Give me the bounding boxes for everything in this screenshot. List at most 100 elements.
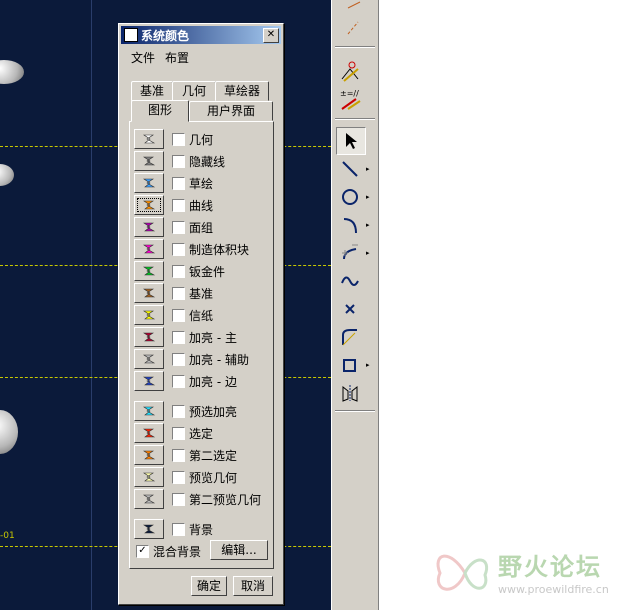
color-chip-icon — [143, 450, 156, 460]
system-colors-dialog: 系统颜色 ✕ 文件 布置 基准 几何 草绘器 图形 用户界面 几何 隐藏线 草绘 曲线… — [118, 23, 284, 605]
constraints-icon: ±=// — [340, 89, 361, 110]
color-swatch-button[interactable] — [134, 423, 164, 443]
menu-layout[interactable]: 布置 — [165, 49, 189, 66]
fillet-tool-button[interactable] — [336, 240, 364, 266]
color-swatch-button[interactable] — [134, 129, 164, 149]
color-checkbox[interactable] — [172, 308, 185, 322]
color-swatch-button[interactable] — [134, 467, 164, 487]
edit-button[interactable]: 编辑... — [210, 540, 268, 560]
color-chip-icon — [143, 310, 156, 320]
color-swatch-button[interactable] — [134, 349, 164, 369]
color-swatch-button[interactable] — [134, 327, 164, 347]
color-checkbox[interactable] — [172, 426, 185, 440]
menu-file[interactable]: 文件 — [131, 49, 155, 66]
plane-icon[interactable] — [338, 0, 368, 40]
mirror-tool-button[interactable] — [336, 380, 364, 406]
rectangle-tool-button[interactable] — [336, 352, 364, 378]
line-tool-button[interactable] — [336, 156, 364, 182]
color-checkbox[interactable] — [172, 286, 185, 300]
color-chip-icon — [143, 222, 156, 232]
color-checkbox[interactable] — [172, 404, 185, 418]
app-icon — [124, 28, 138, 42]
mirror-icon — [342, 385, 358, 402]
cancel-button[interactable]: 取消 — [233, 576, 273, 596]
color-checkbox[interactable] — [172, 352, 185, 366]
tab-graphics[interactable]: 图形 — [131, 100, 189, 122]
color-label: 信纸 — [189, 308, 214, 323]
color-chip-icon — [143, 354, 156, 364]
color-checkbox[interactable] — [172, 132, 185, 146]
line-dropdown-icon[interactable]: ▸ — [366, 165, 370, 173]
color-swatch-button[interactable] — [134, 283, 164, 303]
color-checkbox[interactable] — [172, 154, 185, 168]
color-checkbox[interactable] — [172, 522, 185, 536]
color-swatch-button[interactable] — [134, 401, 164, 421]
watermark-url: www.proewildfire.cn — [498, 583, 609, 596]
color-checkbox[interactable] — [172, 330, 185, 344]
color-row: 隐藏线 — [134, 151, 225, 171]
spline-tool-button[interactable] — [336, 268, 364, 294]
point-tool-button[interactable] — [336, 296, 364, 322]
color-checkbox[interactable] — [172, 242, 185, 256]
color-swatch-button[interactable] — [134, 519, 164, 539]
dialog-title: 系统颜色 — [141, 28, 190, 43]
rectangle-dropdown-icon[interactable]: ▸ — [366, 361, 370, 369]
color-checkbox[interactable] — [172, 374, 185, 388]
color-swatch-button[interactable] — [134, 261, 164, 281]
color-label: 预览几何 — [189, 470, 238, 485]
coordinate-tool-button[interactable] — [336, 324, 364, 350]
color-label: 第二选定 — [189, 448, 238, 463]
ok-button[interactable]: 确定 — [191, 576, 227, 596]
color-checkbox[interactable] — [172, 264, 185, 278]
color-label: 隐藏线 — [189, 154, 226, 169]
color-swatch-button[interactable] — [134, 151, 164, 171]
color-swatch-button[interactable] — [134, 489, 164, 509]
color-checkbox[interactable] — [172, 492, 185, 506]
color-label: 加亮 - 辅助 — [189, 352, 249, 367]
color-chip-icon — [143, 156, 156, 166]
fillet-dropdown-icon[interactable]: ▸ — [366, 249, 370, 257]
color-chip-icon — [143, 376, 156, 386]
tab-sketcher[interactable]: 草绘器 — [215, 81, 269, 101]
sketch-setup-button[interactable] — [336, 58, 364, 84]
color-checkbox[interactable] — [172, 176, 185, 190]
rectangle-icon — [343, 359, 356, 372]
color-chip-icon — [143, 406, 156, 416]
close-button[interactable]: ✕ — [263, 28, 279, 43]
color-row: 选定 — [134, 423, 213, 443]
model-part — [0, 410, 18, 454]
color-chip-icon — [143, 332, 156, 342]
select-tool-button[interactable] — [336, 127, 366, 155]
color-chip-icon — [143, 428, 156, 438]
color-checkbox[interactable] — [172, 198, 185, 212]
color-swatch-button[interactable] — [134, 305, 164, 325]
fillet-icon — [342, 244, 358, 260]
svg-text:±=//: ±=// — [340, 89, 359, 98]
tab-user-interface[interactable]: 用户界面 — [189, 101, 273, 121]
arc-dropdown-icon[interactable]: ▸ — [366, 221, 370, 229]
color-checkbox[interactable] — [172, 470, 185, 484]
color-row: 钣金件 — [134, 261, 225, 281]
color-swatch-button[interactable] — [134, 239, 164, 259]
color-swatch-button[interactable] — [134, 445, 164, 465]
color-label: 基准 — [189, 286, 214, 301]
color-label: 加亮 - 边 — [189, 374, 237, 389]
color-checkbox[interactable] — [172, 220, 185, 234]
blend-background-checkbox[interactable]: ✓ — [136, 544, 149, 558]
color-row: 背景 — [134, 519, 213, 539]
sketch-constraints-button[interactable]: ±=// — [336, 86, 364, 112]
color-swatch-button[interactable] — [134, 371, 164, 391]
color-checkbox[interactable] — [172, 448, 185, 462]
dialog-titlebar[interactable]: 系统颜色 ✕ — [121, 26, 281, 44]
color-row: 几何 — [134, 129, 213, 149]
arc-tool-button[interactable] — [336, 212, 364, 238]
butterfly-logo-icon — [436, 554, 489, 591]
tab-geometry[interactable]: 几何 — [172, 81, 216, 101]
circle-dropdown-icon[interactable]: ▸ — [366, 193, 370, 201]
color-swatch-button[interactable] — [134, 173, 164, 193]
color-swatch-button[interactable] — [134, 217, 164, 237]
circle-tool-button[interactable] — [336, 184, 364, 210]
color-swatch-button[interactable] — [134, 195, 164, 215]
tab-datum[interactable]: 基准 — [131, 81, 173, 101]
color-row: 预选加亮 — [134, 401, 237, 421]
